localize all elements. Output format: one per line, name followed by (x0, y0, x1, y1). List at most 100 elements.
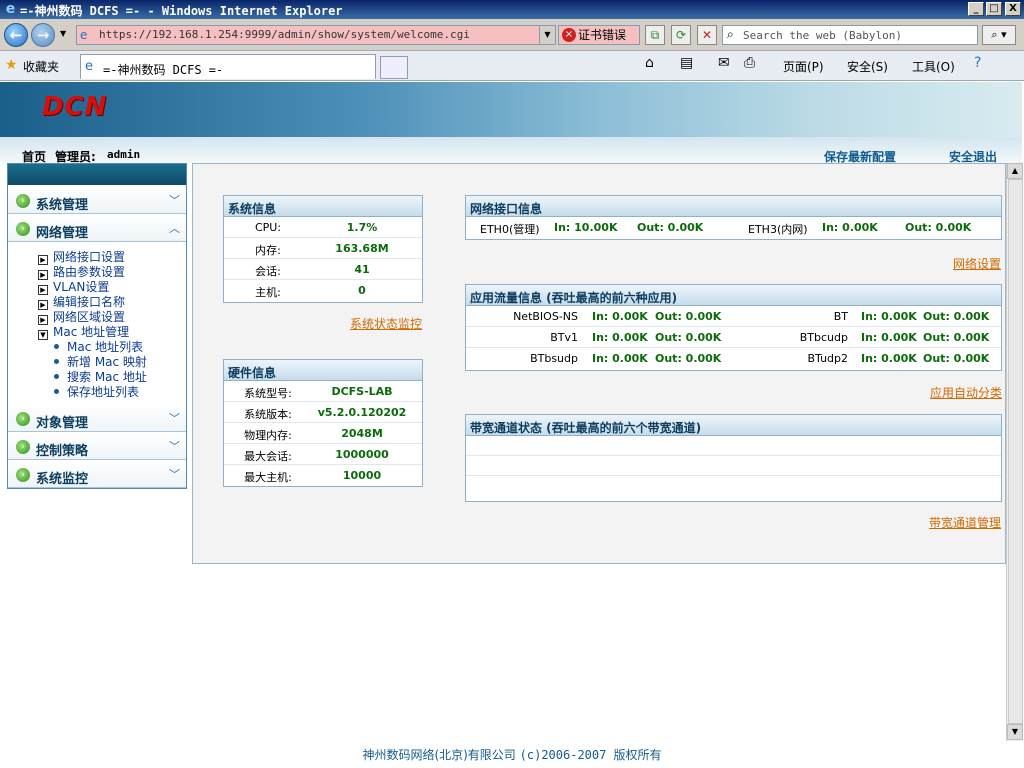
address-toolbar: ← → ▼ e https://192.168.1.254:9999/admin… (0, 19, 1024, 51)
search-placeholder: Search the web (Babylon) (743, 29, 902, 42)
scroll-down-icon[interactable]: ▼ (1007, 724, 1023, 740)
interface-name: ETH0(管理) (480, 223, 540, 236)
table-row: 物理内存: 2048M (224, 423, 422, 444)
table-row (466, 456, 1001, 476)
interface-in: In: 10.00K (554, 221, 618, 234)
panel-title: 系统信息 (224, 196, 422, 217)
maximize-button[interactable]: □ (986, 2, 1002, 16)
panel-title: 网络接口信息 (466, 196, 1001, 217)
table-row: NetBIOS-NS In: 0.00K Out: 0.00K BT In: 0… (466, 306, 1001, 327)
browser-tab[interactable]: e =-神州数码 DCFS =- (80, 54, 376, 79)
certificate-error-button[interactable]: × 证书错误 (558, 25, 640, 45)
table-row: 系统版本: v5.2.0.120202 (224, 402, 422, 423)
address-dropdown-icon[interactable]: ▼ (539, 26, 555, 44)
admin-name: admin (107, 148, 141, 161)
sidebar-item-label: 网络管理 (36, 226, 89, 241)
network-settings-link[interactable]: 网络设置 (953, 255, 1001, 272)
hardware-info-panel: 硬件信息 系统型号: DCFS-LAB 系统版本: v5.2.0.120202 物理… (223, 359, 423, 487)
mail-icon[interactable]: ✉ (718, 55, 730, 71)
app-auto-classify-link[interactable]: 应用自动分类 (930, 384, 1002, 401)
page-menu[interactable]: 页面(P) (783, 58, 824, 75)
compatibility-icon[interactable]: ⧉ (645, 25, 665, 45)
home-icon[interactable]: ⌂ (645, 55, 654, 71)
address-bar[interactable]: e https://192.168.1.254:9999/admin/show/… (76, 25, 556, 45)
window-title-bar[interactable]: e =-神州数码 DCFS =- - Windows Internet Expl… (0, 0, 1024, 19)
refresh-icon[interactable]: ⟳ (671, 25, 691, 45)
scroll-up-icon[interactable]: ▲ (1007, 163, 1023, 179)
chevron-down-icon[interactable]: ﹀ (169, 410, 180, 426)
sidebar-item-label: 系统管理 (36, 198, 89, 213)
table-row: BTbsudp In: 0.00K Out: 0.00K BTudp2 In: … (530, 352, 990, 365)
feeds-icon[interactable]: ▤ (680, 55, 693, 71)
window-title: =-神州数码 DCFS =- - Windows Internet Explor… (20, 4, 343, 18)
ie-logo-icon: e (5, 1, 16, 17)
bullet-dot-icon (54, 344, 59, 349)
safety-menu[interactable]: 安全(S) (847, 58, 888, 75)
bullet-dot-icon (54, 374, 59, 379)
tools-menu[interactable]: 工具(O) (912, 58, 955, 75)
tab-title: =-神州数码 DCFS =- (103, 63, 224, 77)
sidebar-item-label: 系统监控 (36, 472, 89, 487)
sidebar-item-system-monitor[interactable]: › 系统监控 ﹀ (8, 462, 186, 488)
chevron-down-icon[interactable]: ﹀ (169, 466, 180, 482)
minimize-button[interactable]: _ (968, 2, 984, 16)
chevron-down-icon[interactable]: ﹀ (169, 192, 180, 208)
close-window-button[interactable]: X (1005, 2, 1021, 16)
chevron-up-icon[interactable]: ︿ (169, 220, 180, 236)
favorites-bar: ★ 收藏夹 e =-神州数码 DCFS =- ⌂ ▤ ✉ ⎙ 页面(P) 安全(… (0, 51, 1024, 81)
collapse-box-icon: ▼ (38, 330, 48, 340)
bullet-dot-icon (54, 389, 59, 394)
interface-in: In: 0.00K (822, 221, 878, 234)
interface-out: Out: 0.00K (905, 221, 972, 234)
page-banner: DCN (0, 82, 1022, 137)
table-row: 主机: 0 (255, 284, 366, 299)
scroll-thumb[interactable] (1008, 179, 1023, 724)
arrow-bullet-icon: › (16, 468, 30, 482)
bandwidth-mgmt-link[interactable]: 带宽通道管理 (929, 514, 1001, 531)
address-url[interactable]: https://192.168.1.254:9999/admin/show/sy… (99, 28, 470, 41)
interface-name: ETH3(内网) (748, 223, 808, 236)
sidebar-item-object-mgmt[interactable]: › 对象管理 ﹀ (8, 406, 186, 432)
table-row: ETH0(管理) In: 10.00K Out: 0.00K ETH3(内网) … (466, 217, 1001, 238)
stop-icon[interactable]: ✕ (697, 25, 717, 45)
footer-company: 神州数码网络(北京)有限公司 (362, 748, 516, 762)
forward-arrow-icon[interactable]: → (31, 23, 55, 47)
tab-page-icon: e (85, 59, 93, 74)
page-footer: 神州数码网络(北京)有限公司 (c)2006-2007 版权所有 (0, 746, 1024, 763)
panel-title: 应用流量信息 (吞吐最高的前六种应用) (466, 285, 1001, 306)
leaf-item-save-list[interactable]: 保存地址列表 (54, 383, 139, 400)
print-icon[interactable]: ⎙ (744, 55, 755, 71)
main-content: 系统信息 CPU: 1.7% 内存: 163.68M 会话: 41 主机: 0 系统状态… (192, 163, 1006, 564)
dcn-logo: DCN (42, 92, 108, 122)
vertical-scrollbar[interactable]: ▲ ▼ (1006, 163, 1023, 741)
table-row: CPU: 1.7% (224, 217, 422, 238)
search-go-button[interactable]: ⌕ ▾ (982, 25, 1016, 45)
table-row: 最大会话: 1000000 (224, 444, 422, 465)
table-row: 最大主机: 10000 (244, 469, 382, 484)
help-icon[interactable]: ? (974, 55, 981, 71)
panel-title: 硬件信息 (224, 360, 422, 381)
arrow-bullet-icon: › (16, 222, 30, 236)
table-row: 系统型号: DCFS-LAB (224, 381, 422, 402)
sidebar-item-control-policy[interactable]: › 控制策略 ﹀ (8, 434, 186, 460)
back-arrow-icon[interactable]: ← (4, 23, 28, 47)
table-row: 内存: 163.68M (224, 238, 422, 259)
chevron-down-icon[interactable]: ﹀ (169, 438, 180, 454)
favorites-star-icon[interactable]: ★ (5, 57, 18, 73)
sidebar-item-network-mgmt[interactable]: › 网络管理 ︿ (8, 216, 186, 242)
table-row: 会话: 41 (224, 259, 422, 280)
history-dropdown-icon[interactable]: ▼ (60, 29, 66, 38)
interface-out: Out: 0.00K (637, 221, 704, 234)
sidebar-item-system-mgmt[interactable]: › 系统管理 ﹀ (8, 188, 186, 214)
system-status-link[interactable]: 系统状态监控 (350, 315, 422, 332)
table-row: BTv1 In: 0.00K Out: 0.00K BTbcudp In: 0.… (466, 327, 1001, 348)
menu-header-bar (8, 164, 186, 185)
arrow-bullet-icon: › (16, 440, 30, 454)
new-tab-button[interactable] (380, 56, 408, 79)
panel-title: 带宽通道状态 (吞吐最高的前六个带宽通道) (466, 415, 1001, 436)
favorites-button[interactable]: 收藏夹 (23, 58, 59, 75)
arrow-bullet-icon: › (16, 412, 30, 426)
search-input[interactable]: ⌕ Search the web (Babylon) (722, 25, 978, 45)
search-icon: ⌕ (727, 27, 734, 41)
arrow-bullet-icon: › (16, 194, 30, 208)
